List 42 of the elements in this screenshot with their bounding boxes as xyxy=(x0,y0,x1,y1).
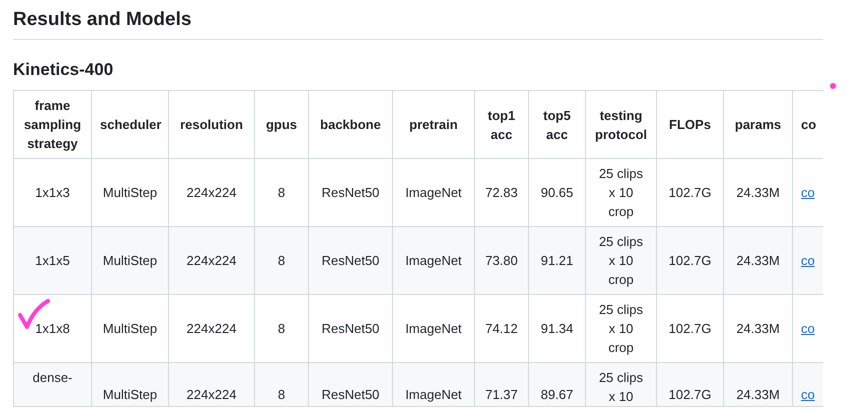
config-link[interactable]: co xyxy=(801,185,815,200)
column-header: pretrain xyxy=(392,90,474,158)
table-cell: 224x224 xyxy=(168,362,254,406)
column-header: frame sampling strategy xyxy=(14,90,92,158)
table-cell: 102.7G xyxy=(656,226,724,294)
column-header: resolution xyxy=(168,90,254,158)
column-header: top1 acc xyxy=(474,90,528,158)
subsection-heading: Kinetics-400 xyxy=(13,60,114,80)
table-cell: ResNet50 xyxy=(308,362,392,406)
column-header: FLOPs xyxy=(656,90,724,158)
table-cell: 8 xyxy=(254,226,308,294)
table-cell: 71.37 xyxy=(474,362,528,406)
section-heading: Results and Models xyxy=(13,0,823,40)
config-link[interactable]: co xyxy=(801,253,815,268)
column-header: params xyxy=(724,90,792,158)
table-cell: ImageNet xyxy=(392,362,474,406)
table-cell: 24.33M xyxy=(724,362,792,406)
table-cell: ImageNet xyxy=(392,226,474,294)
table-cell: 24.33M xyxy=(724,226,792,294)
dot-icon xyxy=(830,83,836,89)
table-cell: 89.67 xyxy=(528,362,586,406)
column-header: gpus xyxy=(254,90,308,158)
table-cell: 1x1x8 xyxy=(14,294,92,362)
config-link[interactable]: co xyxy=(801,321,815,336)
table-cell: 91.21 xyxy=(528,226,586,294)
column-header: co xyxy=(792,90,823,158)
table-cell: 1x1x5 xyxy=(14,226,92,294)
column-header: backbone xyxy=(308,90,392,158)
table-cell: 73.80 xyxy=(474,226,528,294)
column-header: scheduler xyxy=(92,90,168,158)
config-link[interactable]: co xyxy=(801,387,815,402)
column-header: top5 acc xyxy=(528,90,586,158)
table-cell: 224x224 xyxy=(168,226,254,294)
table-cell: dense- xyxy=(14,362,92,406)
table-cell: MultiStep xyxy=(92,362,168,406)
table-cell: 8 xyxy=(254,362,308,406)
table-cell: 25 clips x 10 crop xyxy=(586,226,656,294)
table-cell: 25 clips x 10 xyxy=(586,362,656,406)
table-cell: 102.7G xyxy=(656,362,724,406)
table-cell: MultiStep xyxy=(92,226,168,294)
table-cell: ResNet50 xyxy=(308,226,392,294)
column-header: testing protocol xyxy=(586,90,656,158)
